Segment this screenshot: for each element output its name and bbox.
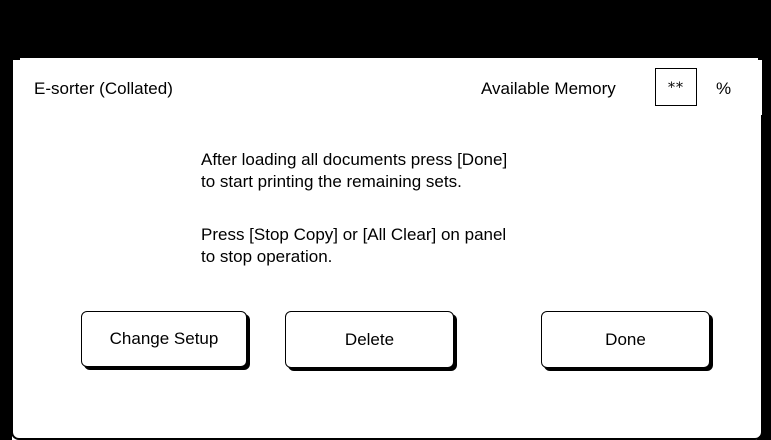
- top-bezel: [0, 0, 771, 58]
- dialog-title: E-sorter (Collated): [34, 79, 173, 98]
- instruction-line-1: After loading all documents press [Done]: [201, 150, 508, 169]
- available-memory-label: Available Memory: [481, 79, 616, 98]
- done-button[interactable]: Done: [541, 311, 710, 368]
- title-bar: E-sorter (Collated) Available Memory ** …: [20, 58, 758, 117]
- available-memory-value: **: [655, 68, 697, 106]
- memory-value-text: **: [668, 80, 684, 96]
- instruction-done: After loading all documents press [Done]…: [201, 149, 507, 193]
- e-sorter-screen: E-sorter (Collated) Available Memory ** …: [0, 0, 771, 440]
- instruction-line-3: Press [Stop Copy] or [All Clear] on pane…: [201, 225, 507, 244]
- memory-percent-unit: %: [716, 79, 732, 98]
- instruction-line-4: to stop operation.: [201, 247, 333, 266]
- instruction-line-2: to start printing the remaining sets.: [201, 172, 462, 191]
- change-setup-button[interactable]: Change Setup: [81, 311, 247, 367]
- instruction-stop: Press [Stop Copy] or [All Clear] on pane…: [201, 224, 506, 268]
- delete-button[interactable]: Delete: [285, 311, 454, 368]
